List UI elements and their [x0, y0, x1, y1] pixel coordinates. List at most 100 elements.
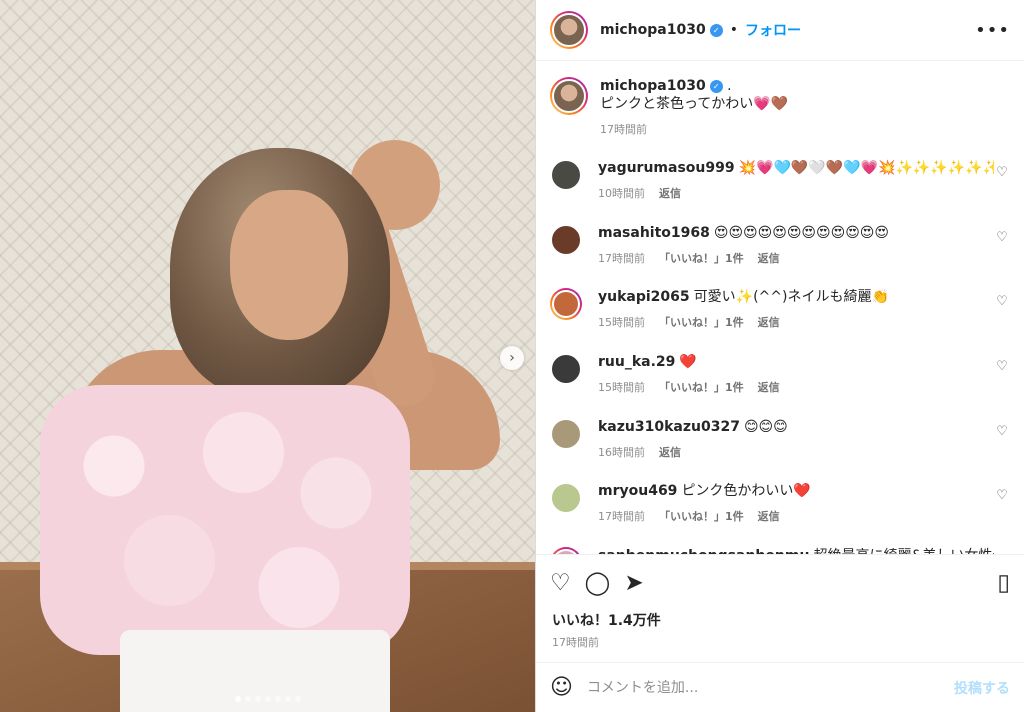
- follow-button[interactable]: フォロー: [745, 20, 801, 40]
- comment-item: ruu_ka.29 ❤️ 15時間前 「いいね！」1件 返信 ♡: [550, 353, 1010, 418]
- comment-item: masahito1968 😍😍😍😍😍😍😍😍😍😍😍😍 17時間前 「いいね！」1件 返信 ♡: [550, 223, 1010, 289]
- comment-like-count[interactable]: 「いいね！」1件: [659, 252, 744, 265]
- carousel-dot-7: [294, 696, 301, 702]
- comment-like-heart-icon[interactable]: ♡: [994, 424, 1010, 439]
- carousel-dot-6: [284, 696, 291, 702]
- commenter-avatar-image: [552, 549, 580, 554]
- comment-meta: 10時間前 返信: [598, 185, 994, 203]
- bookmark-icon[interactable]: ▯: [997, 570, 1010, 596]
- carousel-dots: [0, 696, 535, 702]
- comment-time: 16時間前: [598, 445, 645, 459]
- comment-like-heart-icon[interactable]: ♡: [994, 165, 1010, 180]
- post-photo: ›: [0, 0, 535, 712]
- more-options-icon[interactable]: •••: [975, 20, 1010, 41]
- caption-avatar[interactable]: [550, 77, 588, 115]
- comment-time: 15時間前: [598, 316, 645, 330]
- caption-username[interactable]: michopa1030: [600, 78, 706, 94]
- carousel-dot-5: [274, 696, 281, 702]
- comment-body: masahito1968 😍😍😍😍😍😍😍😍😍😍😍😍 17時間前 「いいね！」1件 返信: [598, 224, 994, 268]
- comment-item: yagurumasou999💥💗🩵🤎🤍🤎🩵💗💥✨✨✨✨✨✨💐🍀🌿🫶 10時間前 返信…: [550, 159, 1010, 224]
- comment-like-count[interactable]: 「いいね！」1件: [659, 381, 744, 394]
- comment-body: yukapi2065 可愛い✨(^^)ネイルも綺麗👏 15時間前 「いいね！」1件 返信: [598, 288, 994, 332]
- post-sidebar: michopa1030 ✓ • フォロー ••• michopa1030 ✓ . …: [535, 0, 1024, 712]
- commenter-avatar[interactable]: [550, 159, 582, 191]
- comment-like-count[interactable]: 「いいね！」1件: [659, 316, 744, 329]
- comment-like-count[interactable]: 「いいね！」1件: [659, 510, 744, 523]
- post-time: 17時間前: [552, 636, 599, 649]
- comment-like-heart-icon[interactable]: ♡: [994, 230, 1010, 245]
- like-heart-icon[interactable]: ♡: [550, 570, 571, 596]
- comment-meta: 15時間前 「いいね！」1件 返信: [598, 314, 994, 332]
- comment-time: 17時間前: [598, 251, 645, 265]
- commenter-username[interactable]: kazu310kazu0327: [598, 419, 740, 435]
- action-bar: ♡ ◯ ➤ ▯: [536, 554, 1024, 610]
- commenter-username[interactable]: mryou469: [598, 483, 677, 499]
- comment-like-heart-icon[interactable]: ♡: [994, 488, 1010, 503]
- comment-body: sanbenmuchongsanbenmu 超絶最高に綺麗&美しい女性セク: [598, 547, 994, 554]
- author-avatar-image: [552, 13, 586, 47]
- comment-time: 10時間前: [598, 187, 645, 200]
- share-send-icon[interactable]: ➤: [624, 570, 643, 596]
- comment-text: 💥💗🩵🤎🤍🤎🩵💗💥✨✨✨✨✨✨💐🍀🌿🫶: [738, 160, 994, 176]
- comment-like-heart-icon[interactable]: ♡: [994, 553, 1010, 554]
- reply-button[interactable]: 返信: [758, 510, 780, 523]
- commenter-avatar[interactable]: [550, 547, 582, 554]
- comment-item: mryou469 ピンク色かわいい❤️ 17時間前 「いいね！」1件 返信 ♡: [550, 482, 1010, 547]
- comment-body: yagurumasou999💥💗🩵🤎🤍🤎🩵💗💥✨✨✨✨✨✨💐🍀🌿🫶 10時間前 返信: [598, 159, 994, 203]
- commenter-avatar[interactable]: [550, 353, 582, 386]
- comment-like-heart-icon[interactable]: ♡: [994, 359, 1010, 374]
- commenter-username[interactable]: yukapi2065: [598, 289, 690, 305]
- commenter-username[interactable]: sanbenmuchongsanbenmu: [598, 548, 809, 554]
- reply-button[interactable]: 返信: [758, 381, 780, 394]
- commenter-avatar-image: [550, 159, 582, 191]
- reply-button[interactable]: 返信: [659, 446, 681, 459]
- post-comment-button[interactable]: 投稿する: [954, 678, 1010, 698]
- comment-input[interactable]: [586, 679, 954, 696]
- header-separator: •: [729, 22, 738, 38]
- caption-avatar-image: [552, 79, 586, 113]
- like-count[interactable]: いいね！1.4万件: [536, 610, 1024, 630]
- emoji-picker-icon[interactable]: ☺: [550, 675, 573, 700]
- comment-text: 😊😊😊: [743, 418, 788, 435]
- caption-body: michopa1030 ✓ . ピンクと茶色ってかわい💗🤎 17時間前: [600, 77, 788, 139]
- commenter-avatar[interactable]: [550, 288, 582, 321]
- comment-meta: 16時間前 返信: [598, 444, 994, 462]
- commenter-avatar-image: [550, 223, 582, 256]
- commenter-username[interactable]: ruu_ka.29: [598, 354, 675, 370]
- carousel-dot-3: [254, 696, 261, 702]
- caption-text: ピンクと茶色ってかわい💗🤎: [600, 96, 789, 112]
- comment-item: yukapi2065 可愛い✨(^^)ネイルも綺麗👏 15時間前 「いいね！」1件 返信…: [550, 288, 1010, 353]
- comment-text: 😍😍😍😍😍😍😍😍😍😍😍😍: [713, 224, 889, 241]
- comment-text: 超絶最高に綺麗&美しい女性セク: [813, 548, 994, 554]
- reply-button[interactable]: 返信: [758, 252, 780, 265]
- next-slide-button[interactable]: ›: [500, 346, 524, 370]
- carousel-dot-4: [264, 696, 271, 702]
- commenter-avatar[interactable]: [550, 482, 582, 515]
- comment-body: kazu310kazu0327 😊😊😊 16時間前 返信: [598, 418, 994, 462]
- commenter-avatar-image: [550, 482, 582, 515]
- reply-button[interactable]: 返信: [659, 187, 681, 200]
- author-username[interactable]: michopa1030: [600, 22, 706, 38]
- comment-item: sanbenmuchongsanbenmu 超絶最高に綺麗&美しい女性セク♡: [550, 547, 1010, 554]
- comment-like-heart-icon[interactable]: ♡: [994, 294, 1010, 309]
- carousel-dot-1: [234, 696, 241, 702]
- commenter-avatar[interactable]: [550, 223, 582, 256]
- comment-body: ruu_ka.29 ❤️ 15時間前 「いいね！」1件 返信: [598, 353, 994, 397]
- add-comment-bar: ☺ 投稿する: [536, 662, 1024, 712]
- commenter-username[interactable]: masahito1968: [598, 225, 710, 241]
- commenter-avatar-image: [550, 353, 582, 386]
- verified-badge-icon: ✓: [709, 80, 723, 93]
- comment-body: mryou469 ピンク色かわいい❤️ 17時間前 「いいね！」1件 返信: [598, 482, 994, 526]
- photo-pink-tulle-top: [40, 385, 410, 655]
- commenter-avatar[interactable]: [550, 417, 582, 450]
- caption-meta: 17時間前: [600, 121, 788, 139]
- comment-bubble-icon[interactable]: ◯: [585, 570, 611, 596]
- reply-button[interactable]: 返信: [758, 316, 780, 329]
- comment-meta: 17時間前 「いいね！」1件 返信: [598, 508, 994, 526]
- comment-item: kazu310kazu0327 😊😊😊 16時間前 返信 ♡: [550, 417, 1010, 483]
- author-avatar[interactable]: [550, 11, 588, 49]
- comment-rows: yagurumasou999💥💗🩵🤎🤍🤎🩵💗💥✨✨✨✨✨✨💐🍀🌿🫶10時間前返信…: [550, 159, 1010, 554]
- comment-meta: 17時間前 「いいね！」1件 返信: [598, 250, 994, 268]
- caption-time: 17時間前: [600, 123, 647, 136]
- commenter-username[interactable]: yagurumasou999: [598, 160, 735, 176]
